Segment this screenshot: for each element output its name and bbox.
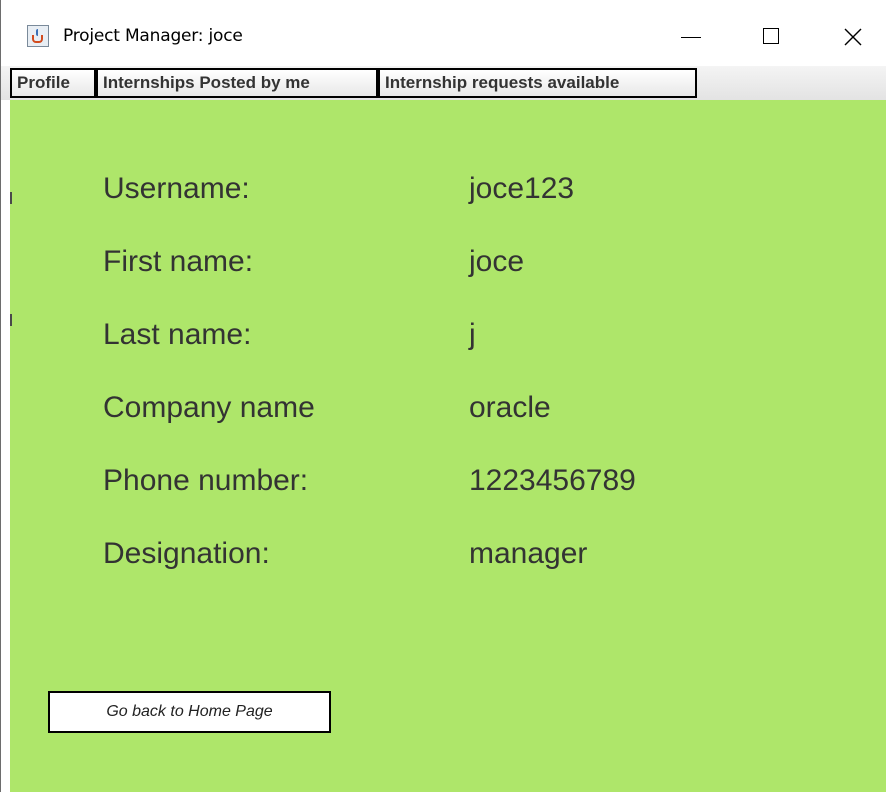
last-name-label: Last name: [103,318,252,351]
designation-value: manager [469,537,588,570]
company-name-label: Company name [103,391,315,424]
window-title: Project Manager: joce [63,26,243,46]
maximize-icon [763,28,779,44]
panel-edge-mark [10,314,12,326]
panel-edge-mark [10,192,12,204]
tab-internship-requests[interactable]: Internship requests available [378,68,697,98]
tab-profile[interactable]: Profile [10,68,96,98]
designation-label: Designation: [103,537,270,570]
tab-internships-posted[interactable]: Internships Posted by me [96,68,378,98]
phone-number-value: 1223456789 [469,464,636,497]
minimize-button[interactable] [671,20,711,56]
first-name-value: joce [469,245,525,278]
last-name-value: j [469,318,476,351]
java-cup-icon [27,25,49,47]
username-label: Username: [103,172,250,205]
company-name-value: oracle [469,391,551,424]
profile-panel: Username: joce123 First name: joce Last … [10,100,886,792]
tab-strip: Profile Internships Posted by me Interns… [1,66,886,100]
close-button[interactable] [835,20,875,56]
app-window: Project Manager: joce Profile Internship… [0,0,886,792]
maximize-button[interactable] [751,20,791,56]
close-icon [844,28,862,46]
title-bar[interactable]: Project Manager: joce [1,0,886,66]
go-back-home-button[interactable]: Go back to Home Page [48,691,331,733]
phone-number-label: Phone number: [103,464,309,497]
minimize-icon [681,37,701,38]
first-name-label: First name: [103,245,254,278]
username-value: joce123 [469,172,575,205]
